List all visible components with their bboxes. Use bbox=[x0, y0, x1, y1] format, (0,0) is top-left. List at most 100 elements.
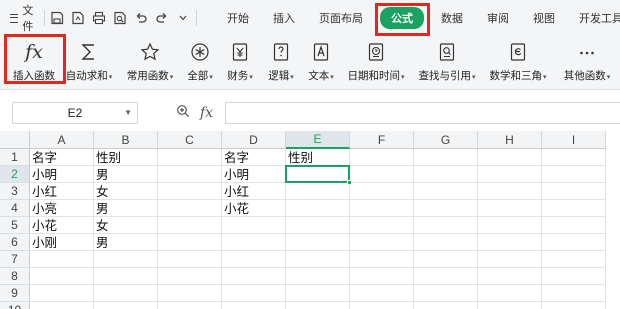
cell-i2[interactable] bbox=[542, 166, 606, 183]
column-header-a[interactable]: A bbox=[30, 131, 94, 149]
cell-b10[interactable] bbox=[94, 302, 158, 309]
cell-d1[interactable]: 名字 bbox=[222, 149, 286, 166]
save-icon[interactable] bbox=[50, 11, 64, 25]
cell-f9[interactable] bbox=[350, 285, 414, 302]
formula-input[interactable] bbox=[225, 102, 620, 124]
cell-f6[interactable] bbox=[350, 234, 414, 251]
tab-page-layout[interactable]: 页面布局 bbox=[307, 0, 375, 36]
cell-i5[interactable] bbox=[542, 217, 606, 234]
cell-a4[interactable]: 小亮 bbox=[30, 200, 94, 217]
cell-c3[interactable] bbox=[158, 183, 222, 200]
cell-i3[interactable] bbox=[542, 183, 606, 200]
cell-g1[interactable] bbox=[414, 149, 478, 166]
cell-e3[interactable] bbox=[286, 183, 350, 200]
cell-h1[interactable] bbox=[478, 149, 542, 166]
cell-i6[interactable] bbox=[542, 234, 606, 251]
cell-a3[interactable]: 小红 bbox=[30, 183, 94, 200]
math-trig-button[interactable]: 数学和三角▾ bbox=[486, 36, 550, 90]
cell-a6[interactable]: 小刚 bbox=[30, 234, 94, 251]
cell-f1[interactable] bbox=[350, 149, 414, 166]
row-header-2[interactable]: 2 bbox=[0, 166, 30, 183]
file-menu-button[interactable]: 文件 bbox=[10, 2, 38, 34]
column-header-g[interactable]: G bbox=[414, 131, 478, 149]
cell-f10[interactable] bbox=[350, 302, 414, 309]
all-functions-button[interactable]: 全部▾ bbox=[183, 36, 217, 90]
print-icon[interactable] bbox=[92, 11, 106, 25]
cell-a5[interactable]: 小花 bbox=[30, 217, 94, 234]
cell-h8[interactable] bbox=[478, 268, 542, 285]
cell-f4[interactable] bbox=[350, 200, 414, 217]
cell-h4[interactable] bbox=[478, 200, 542, 217]
cell-c2[interactable] bbox=[158, 166, 222, 183]
row-header-6[interactable]: 6 bbox=[0, 234, 30, 251]
cell-g9[interactable] bbox=[414, 285, 478, 302]
autosum-button[interactable]: 自动求和▾ bbox=[62, 36, 116, 90]
lookup-reference-button[interactable]: 查找与引用▾ bbox=[415, 36, 479, 90]
cell-h6[interactable] bbox=[478, 234, 542, 251]
cell-e5[interactable] bbox=[286, 217, 350, 234]
row-header-1[interactable]: 1 bbox=[0, 149, 30, 166]
cell-d9[interactable] bbox=[222, 285, 286, 302]
logical-functions-button[interactable]: 逻辑▾ bbox=[263, 36, 299, 90]
column-header-f[interactable]: F bbox=[350, 131, 414, 149]
tab-review[interactable]: 审阅 bbox=[475, 0, 521, 36]
name-box[interactable]: E2 ▼ bbox=[12, 102, 138, 124]
redo-icon[interactable] bbox=[155, 11, 169, 25]
cell-b5[interactable]: 女 bbox=[94, 217, 158, 234]
print-preview-icon[interactable] bbox=[113, 11, 127, 25]
fx-icon[interactable]: fx bbox=[200, 105, 213, 121]
cell-c8[interactable] bbox=[158, 268, 222, 285]
row-header-5[interactable]: 5 bbox=[0, 217, 30, 234]
save-as-icon[interactable] bbox=[71, 11, 85, 25]
cell-c9[interactable] bbox=[158, 285, 222, 302]
cell-g6[interactable] bbox=[414, 234, 478, 251]
cell-b8[interactable] bbox=[94, 268, 158, 285]
cell-a1[interactable]: 名字 bbox=[30, 149, 94, 166]
cell-f8[interactable] bbox=[350, 268, 414, 285]
cell-c4[interactable] bbox=[158, 200, 222, 217]
chevron-down-icon[interactable]: ▼ bbox=[124, 108, 132, 117]
cell-c7[interactable] bbox=[158, 251, 222, 268]
tab-data[interactable]: 数据 bbox=[429, 0, 475, 36]
cell-a8[interactable] bbox=[30, 268, 94, 285]
cell-e10[interactable] bbox=[286, 302, 350, 309]
cell-b4[interactable]: 男 bbox=[94, 200, 158, 217]
cell-b1[interactable]: 性别 bbox=[94, 149, 158, 166]
cell-e9[interactable] bbox=[286, 285, 350, 302]
cell-h7[interactable] bbox=[478, 251, 542, 268]
cell-g3[interactable] bbox=[414, 183, 478, 200]
row-header-9[interactable]: 9 bbox=[0, 285, 30, 302]
cell-i8[interactable] bbox=[542, 268, 606, 285]
cell-a2[interactable]: 小明 bbox=[30, 166, 94, 183]
cell-d5[interactable] bbox=[222, 217, 286, 234]
cell-i1[interactable] bbox=[542, 149, 606, 166]
undo-icon[interactable] bbox=[134, 11, 148, 25]
cell-e8[interactable] bbox=[286, 268, 350, 285]
cell-i4[interactable] bbox=[542, 200, 606, 217]
select-all-corner[interactable] bbox=[0, 131, 30, 149]
column-header-e[interactable]: E bbox=[286, 131, 350, 149]
cell-b6[interactable]: 男 bbox=[94, 234, 158, 251]
cell-d4[interactable]: 小花 bbox=[222, 200, 286, 217]
row-header-10[interactable]: 10 bbox=[0, 302, 30, 309]
date-time-functions-button[interactable]: 日期和时间▾ bbox=[344, 36, 408, 90]
cell-e7[interactable] bbox=[286, 251, 350, 268]
column-header-d[interactable]: D bbox=[222, 131, 286, 149]
column-header-i[interactable]: I bbox=[542, 131, 606, 149]
tab-home[interactable]: 开始 bbox=[215, 0, 261, 36]
row-header-8[interactable]: 8 bbox=[0, 268, 30, 285]
text-functions-button[interactable]: 文本▾ bbox=[303, 36, 339, 90]
cell-d6[interactable] bbox=[222, 234, 286, 251]
cell-h3[interactable] bbox=[478, 183, 542, 200]
cell-f5[interactable] bbox=[350, 217, 414, 234]
cell-c10[interactable] bbox=[158, 302, 222, 309]
cell-i7[interactable] bbox=[542, 251, 606, 268]
cell-h10[interactable] bbox=[478, 302, 542, 309]
cell-a9[interactable] bbox=[30, 285, 94, 302]
cell-h9[interactable] bbox=[478, 285, 542, 302]
zoom-icon[interactable] bbox=[176, 104, 191, 122]
row-header-7[interactable]: 7 bbox=[0, 251, 30, 268]
cell-g10[interactable] bbox=[414, 302, 478, 309]
cell-d10[interactable] bbox=[222, 302, 286, 309]
cell-g7[interactable] bbox=[414, 251, 478, 268]
